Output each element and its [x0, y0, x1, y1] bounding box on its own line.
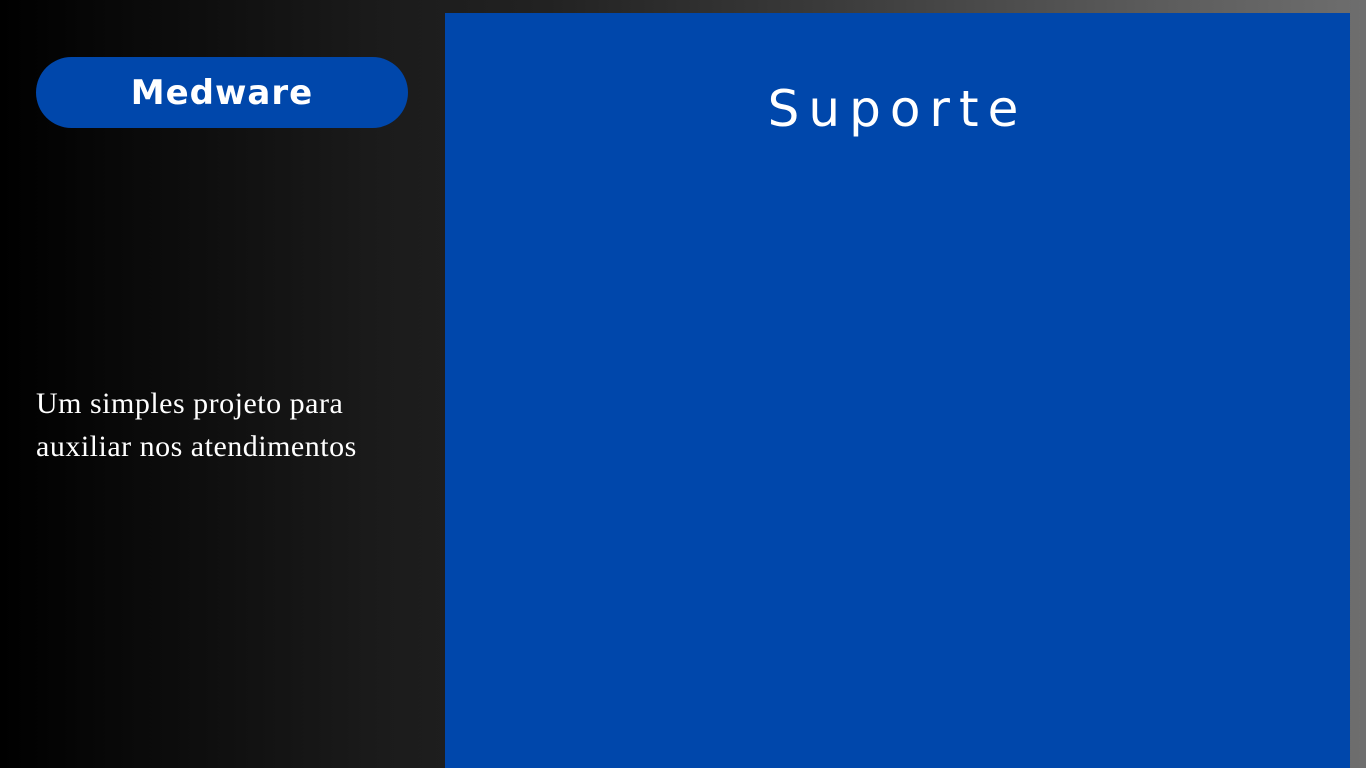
- support-panel: Suporte: [445, 13, 1350, 768]
- tagline-line-1: Um simples projeto para: [36, 387, 344, 420]
- tagline-line-2: auxiliar nos atendimentos: [36, 430, 357, 463]
- brand-label: Medware: [130, 72, 314, 113]
- panel-title: Suporte: [767, 80, 1028, 138]
- medware-brand-button[interactable]: Medware: [36, 57, 408, 128]
- project-tagline: Um simples projeto para auxiliar nos ate…: [36, 382, 436, 468]
